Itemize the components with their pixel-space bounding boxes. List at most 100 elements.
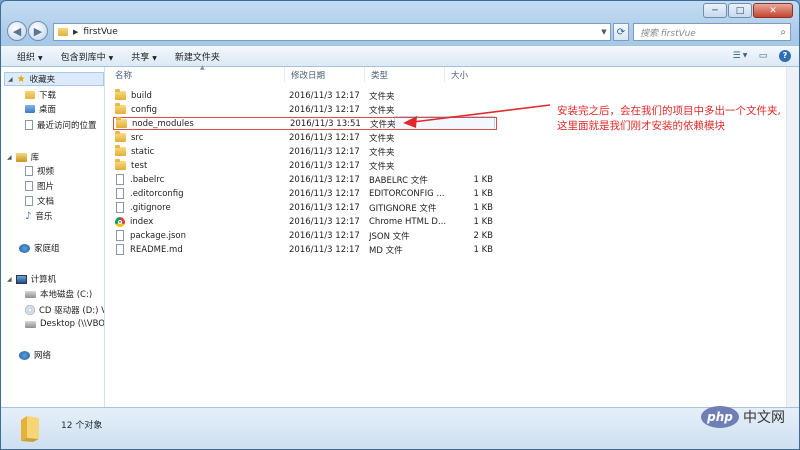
chevron-down-icon[interactable]: ▼ (598, 28, 610, 36)
file-date: 2016/11/3 12:17 (289, 244, 360, 255)
navigation-pane: ◢ ★ 收藏夹 下载 桌面 最近访问的位置 ◢ 库 视频 图片 文档 ♪ 音乐 … (1, 67, 105, 407)
file-type: Chrome HTML D... (369, 216, 447, 227)
cell-name: node_modules (116, 117, 194, 129)
table-row[interactable]: .babelrc 2016/11/3 12:17 BABELRC 文件 1 KB (113, 173, 497, 186)
vertical-scrollbar[interactable] (786, 67, 799, 407)
nav-desktop-share-label: Desktop (\\VBO (40, 319, 105, 329)
file-name: build (131, 90, 152, 101)
address-bar[interactable]: ▶ firstVue ▼ (53, 23, 611, 41)
file-date: 2016/11/3 12:17 (289, 230, 360, 241)
nav-pictures[interactable]: 图片 (25, 180, 54, 192)
expand-arrow-icon: ◢ (7, 153, 12, 161)
folder-icon (115, 159, 126, 170)
table-row[interactable]: .gitignore 2016/11/3 12:17 GITIGNORE 文件 1 K… (113, 201, 497, 214)
explorer-window: ─ □ ✕ ◀ ▶ ▶ firstVue ▼ ⟳ 搜索 firstVue ⌕ 组… (0, 0, 800, 450)
nav-computer[interactable]: ◢ 计算机 (7, 273, 56, 285)
folder-icon (115, 131, 126, 142)
annotation-line-1: 安装完之后，会在我们的项目中多出一个文件夹, (557, 105, 781, 117)
include-library-menu[interactable]: 包含到库中 ▼ (52, 50, 123, 63)
file-type: JSON 文件 (369, 231, 410, 242)
table-row[interactable]: index 2016/11/3 12:17 Chrome HTML D... 1 KB (113, 215, 497, 228)
column-header-name[interactable]: 名称 ▲ (109, 64, 285, 82)
nav-videos-label: 视频 (37, 167, 55, 177)
column-header-date[interactable]: 修改日期 (285, 67, 365, 82)
php-logo: php (701, 406, 739, 428)
file-size: 1 KB (473, 188, 493, 199)
share-menu[interactable]: 共享 ▼ (122, 50, 166, 63)
file-icon (116, 230, 124, 241)
include-library-label: 包含到库中 (60, 52, 106, 63)
file-date: 2016/11/3 13:51 (290, 118, 361, 129)
nav-favorites[interactable]: ◢ ★ 收藏夹 (4, 72, 104, 86)
cell-name: .babelrc (115, 174, 164, 185)
nav-desktop-label: 桌面 (39, 105, 57, 115)
watermark: php 中文网 (701, 405, 796, 429)
table-row[interactable]: test 2016/11/3 12:17 文件夹 (113, 159, 497, 172)
nav-favorites-label: 收藏夹 (29, 75, 56, 85)
maximize-button[interactable]: □ (728, 3, 752, 18)
table-row[interactable]: README.md 2016/11/3 12:17 MD 文件 1 KB (113, 243, 497, 256)
file-name: .editorconfig (130, 188, 184, 199)
table-row[interactable]: .editorconfig 2016/11/3 12:17 EDITORCONFIG… (113, 187, 497, 200)
nav-recent-label: 最近访问的位置 (37, 121, 97, 131)
nav-desktop[interactable]: 桌面 (25, 103, 56, 115)
nav-music[interactable]: ♪ 音乐 (25, 210, 52, 223)
nav-desktop-share[interactable]: Desktop (\\VBO (25, 319, 105, 329)
breadcrumb-separator-icon: ▶ (73, 28, 79, 36)
hard-drive-icon (25, 290, 36, 298)
nav-network[interactable]: 网络 (19, 349, 51, 361)
cell-name: config (115, 103, 157, 115)
sort-ascending-icon: ▲ (200, 64, 205, 71)
table-row[interactable]: package.json 2016/11/3 12:17 JSON 文件 2 KB (113, 229, 497, 242)
caption-buttons: ─ □ ✕ (703, 3, 793, 18)
file-name: README.md (130, 244, 183, 255)
forward-button[interactable]: ▶ (28, 21, 48, 41)
view-controls: ☰ ▼ ▭ ? (733, 49, 791, 62)
refresh-button[interactable]: ⟳ (613, 23, 629, 41)
picture-icon (25, 181, 33, 191)
back-button[interactable]: ◀ (7, 21, 27, 41)
file-name: package.json (130, 230, 186, 241)
expand-arrow-icon: ◢ (8, 75, 13, 83)
view-options-icon[interactable]: ☰ ▼ (733, 49, 748, 62)
nav-local-disk[interactable]: 本地磁盘 (C:) (25, 288, 92, 300)
file-name: static (131, 146, 155, 157)
table-row[interactable]: build 2016/11/3 12:17 文件夹 (113, 89, 497, 102)
downloads-icon (25, 91, 35, 99)
nav-documents[interactable]: 文档 (25, 195, 54, 207)
cell-name: .editorconfig (115, 188, 184, 199)
forward-arrow-icon: ▶ (33, 24, 43, 38)
expand-arrow-icon: ◢ (7, 275, 12, 283)
nav-library[interactable]: ◢ 库 (7, 151, 39, 163)
table-row[interactable]: static 2016/11/3 12:17 文件夹 (113, 145, 497, 158)
nav-downloads[interactable]: 下载 (25, 89, 56, 101)
annotation-text: 安装完之后，会在我们的项目中多出一个文件夹, 这里面就是我们刚才安装的依赖模块 (557, 104, 781, 134)
nav-recent[interactable]: 最近访问的位置 (25, 119, 97, 131)
search-icon[interactable]: ⌕ (780, 27, 786, 38)
minimize-button[interactable]: ─ (703, 3, 727, 18)
file-icon (116, 174, 124, 185)
organize-menu[interactable]: 组织 ▼ (1, 50, 52, 63)
preview-pane-icon[interactable]: ▭ (756, 49, 770, 62)
close-button[interactable]: ✕ (753, 3, 793, 18)
file-type: 文件夹 (369, 105, 395, 116)
nav-downloads-label: 下载 (39, 91, 57, 101)
nav-cd-drive[interactable]: CD 驱动器 (D:) V (25, 304, 104, 316)
cell-name: build (115, 89, 152, 101)
new-folder-button[interactable]: 新建文件夹 (166, 50, 229, 63)
file-icon (116, 244, 124, 255)
file-type: 文件夹 (369, 133, 395, 144)
table-row[interactable]: config 2016/11/3 12:17 文件夹 (113, 103, 497, 116)
nav-homegroup[interactable]: 家庭组 (19, 242, 60, 254)
table-row[interactable]: src 2016/11/3 12:17 文件夹 (113, 131, 497, 144)
breadcrumb-path[interactable]: firstVue (83, 27, 117, 37)
file-name: .babelrc (130, 174, 165, 185)
column-header-type[interactable]: 类型 (365, 67, 445, 82)
cell-name: test (115, 159, 147, 171)
search-input[interactable]: 搜索 firstVue ⌕ (633, 23, 791, 41)
nav-videos[interactable]: 视频 (25, 165, 54, 177)
column-header-size[interactable]: 大小 (445, 67, 500, 82)
refresh-icon: ⟳ (616, 26, 626, 38)
table-row[interactable]: node_modules 2016/11/3 13:51 文件夹 (113, 117, 497, 130)
help-icon[interactable]: ? (779, 49, 791, 62)
